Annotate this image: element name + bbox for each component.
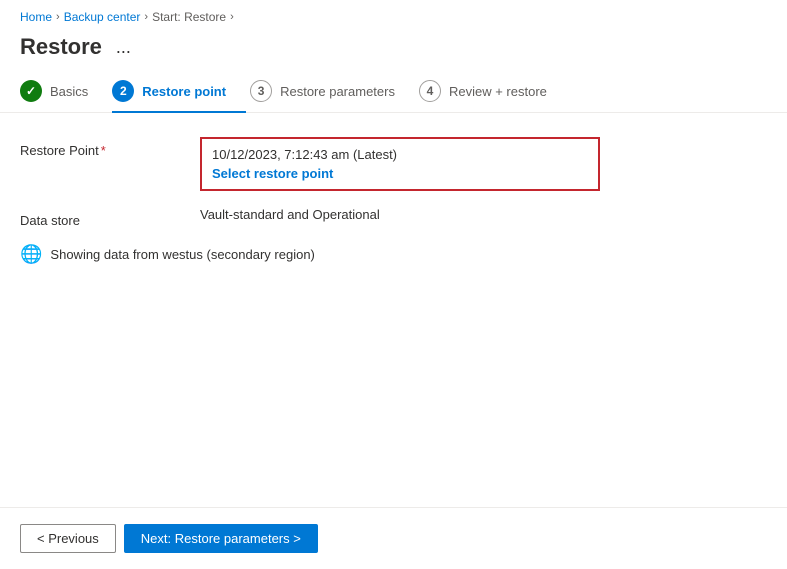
tab-circle-basics: ✓ [20,80,42,102]
restore-point-value: 10/12/2023, 7:12:43 am (Latest) Select r… [200,137,767,191]
next-button[interactable]: Next: Restore parameters > [124,524,318,553]
breadcrumb-home[interactable]: Home [20,10,52,24]
required-indicator: * [101,143,106,158]
breadcrumb: Home › Backup center › Start: Restore › [0,0,787,30]
restore-point-row: Restore Point* 10/12/2023, 7:12:43 am (L… [20,137,767,191]
breadcrumb-backup-center[interactable]: Backup center [64,10,141,24]
info-row: 🌐 Showing data from westus (secondary re… [20,244,767,265]
globe-icon: 🌐 [20,244,42,265]
breadcrumb-sep-3: › [230,11,234,23]
footer: < Previous Next: Restore parameters > [0,507,787,569]
form-content: Restore Point* 10/12/2023, 7:12:43 am (L… [0,137,787,265]
page-title: Restore [20,34,102,60]
restore-point-label: Restore Point* [20,137,200,158]
page-header: Restore ... [0,30,787,70]
tab-circle-restore-params: 3 [250,80,272,102]
ellipsis-button[interactable]: ... [110,35,137,60]
tab-review-restore[interactable]: 4 Review + restore [419,70,567,112]
tab-circle-review: 4 [419,80,441,102]
tab-label-restore-params: Restore parameters [280,84,395,99]
data-store-value: Vault-standard and Operational [200,207,767,222]
select-restore-point-link[interactable]: Select restore point [212,166,333,181]
tab-restore-parameters[interactable]: 3 Restore parameters [250,70,415,112]
tab-basics[interactable]: ✓ Basics [20,70,108,112]
breadcrumb-sep-2: › [144,11,148,23]
tab-circle-restore-point: 2 [112,80,134,102]
wizard-tabs: ✓ Basics 2 Restore point 3 Restore param… [0,70,787,113]
info-text: Showing data from westus (secondary regi… [50,247,314,262]
data-store-label: Data store [20,207,200,228]
breadcrumb-sep-1: › [56,11,60,23]
tab-label-basics: Basics [50,84,88,99]
tab-label-review: Review + restore [449,84,547,99]
previous-button[interactable]: < Previous [20,524,116,553]
restore-point-datetime: 10/12/2023, 7:12:43 am (Latest) [212,147,588,162]
tab-restore-point[interactable]: 2 Restore point [112,70,246,112]
data-store-row: Data store Vault-standard and Operationa… [20,207,767,228]
restore-point-box: 10/12/2023, 7:12:43 am (Latest) Select r… [200,137,600,191]
tab-label-restore-point: Restore point [142,84,226,99]
breadcrumb-current: Start: Restore [152,10,226,24]
